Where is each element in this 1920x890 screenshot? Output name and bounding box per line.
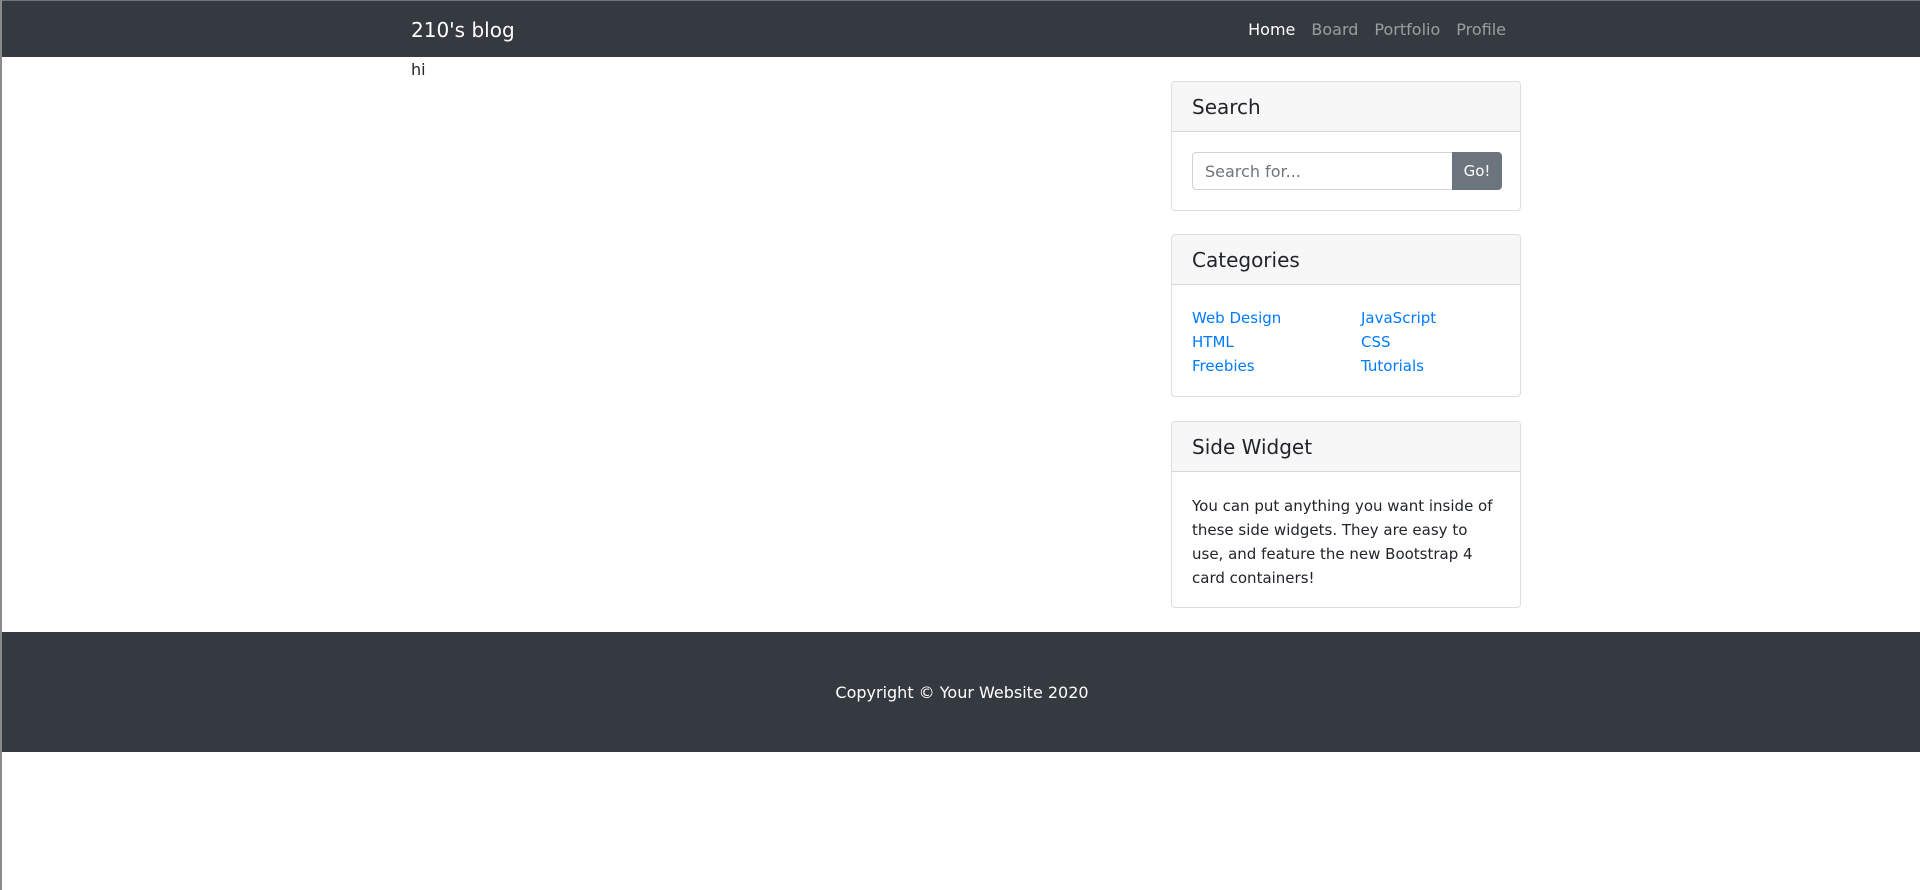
categories-card-title: Categories xyxy=(1172,235,1520,285)
footer: Copyright © Your Website 2020 xyxy=(2,632,1920,752)
categories-card-body: Web Design JavaScript HTML CSS Freebies … xyxy=(1172,285,1520,396)
page: 210's blog Home Board Portfolio Profile … xyxy=(0,0,1920,890)
navbar: 210's blog Home Board Portfolio Profile xyxy=(2,0,1920,57)
search-card-body: Go! xyxy=(1172,132,1520,210)
category-link-css[interactable]: CSS xyxy=(1361,331,1501,353)
categories-card: Categories Web Design JavaScript HTML CS… xyxy=(1171,234,1521,397)
side-widget-body: You can put anything you want inside of … xyxy=(1172,472,1520,607)
search-input[interactable] xyxy=(1192,152,1452,190)
side-widget-title: Side Widget xyxy=(1172,422,1520,472)
category-list: Web Design JavaScript HTML CSS Freebies … xyxy=(1192,307,1500,377)
nav-link-board[interactable]: Board xyxy=(1303,19,1366,41)
nav-link-profile[interactable]: Profile xyxy=(1448,19,1514,41)
category-link-javascript[interactable]: JavaScript xyxy=(1361,307,1501,329)
nav-link-home[interactable]: Home xyxy=(1240,19,1303,41)
side-widget-card: Side Widget You can put anything you wan… xyxy=(1171,421,1521,608)
search-group: Go! xyxy=(1192,152,1502,190)
side-widget-text: You can put anything you want inside of … xyxy=(1192,497,1493,587)
main-content-text: hi xyxy=(411,60,426,79)
search-card: Search Go! xyxy=(1171,81,1521,211)
footer-copyright: Copyright © Your Website 2020 xyxy=(835,683,1089,702)
nav-link-portfolio[interactable]: Portfolio xyxy=(1366,19,1448,41)
category-link-freebies[interactable]: Freebies xyxy=(1192,355,1361,377)
nav-links: Home Board Portfolio Profile xyxy=(1240,19,1514,41)
category-link-tutorials[interactable]: Tutorials xyxy=(1361,355,1501,377)
search-card-title: Search xyxy=(1172,82,1520,132)
category-link-web-design[interactable]: Web Design xyxy=(1192,307,1361,329)
brand-link[interactable]: 210's blog xyxy=(411,17,515,43)
category-link-html[interactable]: HTML xyxy=(1192,331,1361,353)
search-go-button[interactable]: Go! xyxy=(1452,152,1502,190)
